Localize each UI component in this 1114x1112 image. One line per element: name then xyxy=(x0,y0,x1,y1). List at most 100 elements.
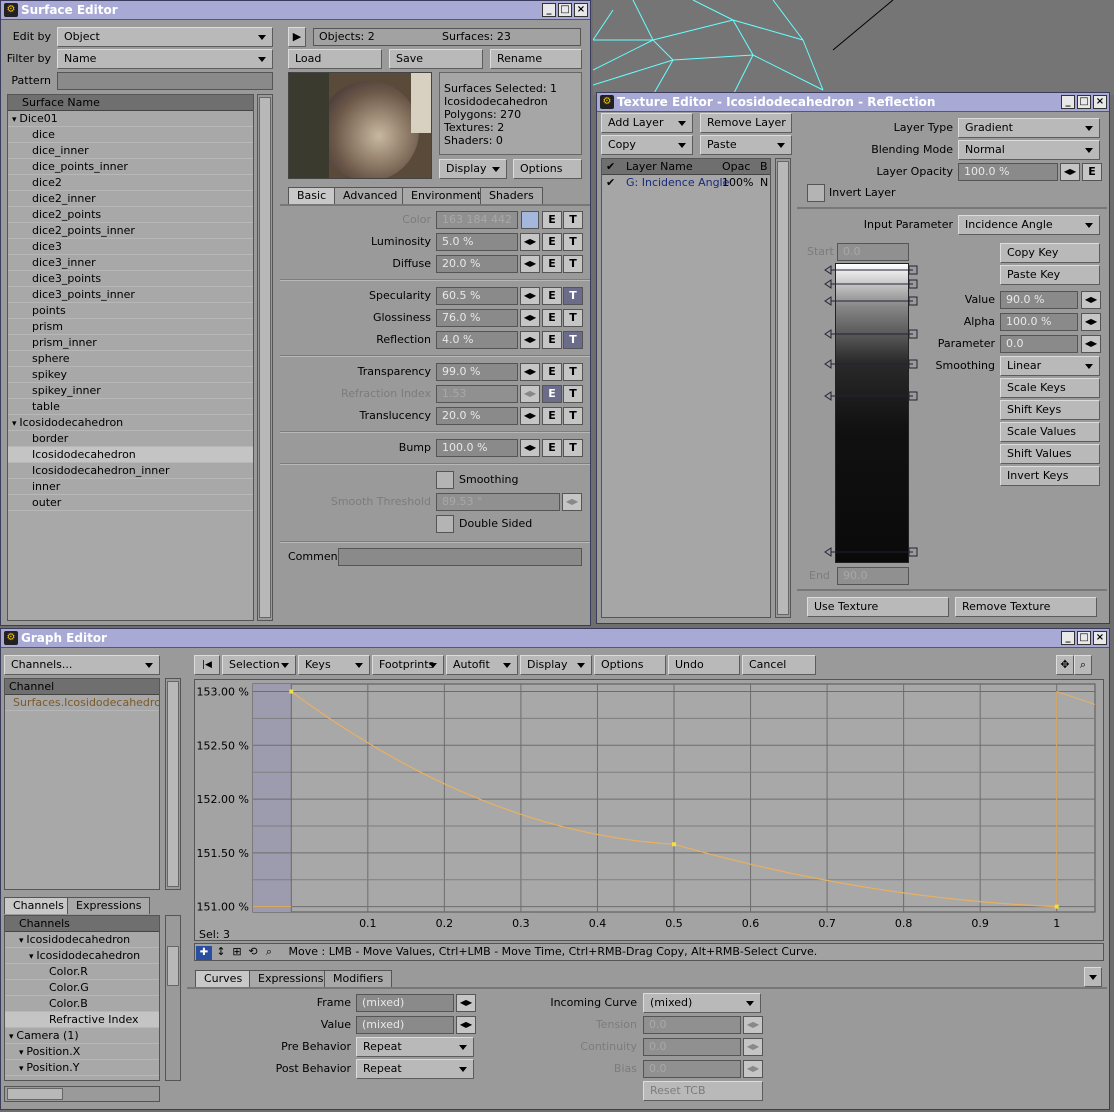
toolbar-selection-button[interactable]: Selection xyxy=(222,655,296,675)
surface-row[interactable]: Icosidodecahedron_inner xyxy=(8,463,253,479)
layer-row[interactable]: ✔ G: Incidence Angle 100% N xyxy=(602,175,770,191)
translucency-envelope-button[interactable]: E xyxy=(542,407,562,425)
toolbar-footprints-button[interactable]: Footprints xyxy=(372,655,444,675)
tab-channels[interactable]: Channels xyxy=(4,897,73,914)
roll-icon[interactable]: ⟲ xyxy=(245,944,261,960)
alpha-input[interactable]: 100.0 % xyxy=(1000,313,1078,331)
surface-name-header[interactable]: Surface Name xyxy=(8,95,253,111)
rename-button[interactable]: Rename xyxy=(490,49,582,69)
channel-item[interactable]: Surfaces.Icosidodecahedron... xyxy=(5,695,159,711)
maximize-icon[interactable]: □ xyxy=(558,3,572,17)
continuity-input[interactable]: 0.0 xyxy=(643,1038,741,1056)
surface-row[interactable]: outer xyxy=(8,495,253,511)
opacity-envelope-button[interactable]: E xyxy=(1082,163,1102,181)
bias-input[interactable]: 0.0 xyxy=(643,1060,741,1078)
frame-arrows-icon[interactable]: ◀▶ xyxy=(456,994,476,1012)
toolbar-cancel-button[interactable]: Cancel xyxy=(742,655,816,675)
pre-behavior-dropdown[interactable]: Repeat xyxy=(356,1037,474,1057)
value-input[interactable]: 90.0 % xyxy=(1000,291,1078,309)
layer-type-dropdown[interactable]: Gradient xyxy=(958,118,1100,138)
post-behavior-dropdown[interactable]: Repeat xyxy=(356,1059,474,1079)
surface-row[interactable]: spikey xyxy=(8,367,253,383)
graph-editor-titlebar[interactable]: ⚙ Graph Editor _ □ × xyxy=(1,629,1109,648)
translucency-texture-button[interactable]: T xyxy=(563,407,583,425)
tab-modifiers[interactable]: Modifiers xyxy=(324,970,393,987)
diffuse-input[interactable]: 20.0 % xyxy=(436,255,518,273)
add-key-icon[interactable]: ↕ xyxy=(213,944,229,960)
refraction-index-arrows-icon[interactable]: ◀▶ xyxy=(520,385,540,403)
surface-group-row[interactable]: ▾ Dice01 xyxy=(8,111,253,127)
bump-envelope-button[interactable]: E xyxy=(542,439,562,457)
blending-mode-dropdown[interactable]: Normal xyxy=(958,140,1100,160)
scroll-thumb[interactable] xyxy=(777,161,789,615)
display-dropdown[interactable]: Display xyxy=(439,159,507,179)
bump-input[interactable]: 100.0 % xyxy=(436,439,518,457)
copy-key-button[interactable]: Copy Key xyxy=(1000,243,1100,263)
blend-header[interactable]: B xyxy=(760,159,768,175)
minimize-icon[interactable]: _ xyxy=(542,3,556,17)
surface-row[interactable]: dice_points_inner xyxy=(8,159,253,175)
close-icon[interactable]: × xyxy=(1093,95,1107,109)
luminosity-input[interactable]: 5.0 % xyxy=(436,233,518,251)
toolbar-undo-button[interactable]: Undo xyxy=(668,655,740,675)
channel-tree-scrollbar[interactable] xyxy=(165,915,181,1081)
luminosity-texture-button[interactable]: T xyxy=(563,233,583,251)
specularity-texture-button[interactable]: T xyxy=(563,287,583,305)
specularity-input[interactable]: 60.5 % xyxy=(436,287,518,305)
surface-row[interactable]: dice3_points_inner xyxy=(8,287,253,303)
continuity-arrows-icon[interactable]: ◀▶ xyxy=(743,1038,763,1056)
shift-values-button[interactable]: Shift Values xyxy=(1000,444,1100,464)
scroll-thumb[interactable] xyxy=(167,681,179,887)
close-icon[interactable]: × xyxy=(1093,631,1107,645)
bump-texture-button[interactable]: T xyxy=(563,439,583,457)
layer-list[interactable]: ✔ Layer Name Opac B ✔ G: Incidence Angle… xyxy=(601,158,771,618)
bump-arrows-icon[interactable]: ◀▶ xyxy=(520,439,540,457)
tab-shaders[interactable]: Shaders xyxy=(480,187,543,204)
smooth-threshold-input[interactable]: 89.53 ° xyxy=(436,493,560,511)
surface-row[interactable]: dice2_inner xyxy=(8,191,253,207)
panel-dropdown-icon[interactable] xyxy=(1084,967,1102,987)
input-parameter-dropdown[interactable]: Incidence Angle xyxy=(958,215,1100,235)
surface-row[interactable]: spikey_inner xyxy=(8,383,253,399)
play-arrow-icon[interactable]: ▶ xyxy=(288,27,306,47)
comment-input[interactable] xyxy=(338,548,582,566)
specularity-envelope-button[interactable]: E xyxy=(542,287,562,305)
remove-layer-button[interactable]: Remove Layer xyxy=(700,113,792,133)
stretch-icon[interactable]: ⊞ xyxy=(229,944,245,960)
surface-row[interactable]: dice2_points xyxy=(8,207,253,223)
pan-icon[interactable]: ✥ xyxy=(1056,655,1074,675)
tab-environment[interactable]: Environment xyxy=(402,187,491,204)
refraction-index-envelope-button[interactable]: E xyxy=(542,385,562,403)
pattern-input[interactable] xyxy=(57,72,273,90)
glossiness-arrows-icon[interactable]: ◀▶ xyxy=(520,309,540,327)
toolbar-autofit-button[interactable]: Autofit xyxy=(446,655,518,675)
channels-tree-header[interactable]: Channels xyxy=(5,916,159,932)
tension-input[interactable]: 0.0 xyxy=(643,1016,741,1034)
tab-advanced[interactable]: Advanced xyxy=(334,187,407,204)
scale-keys-button[interactable]: Scale Keys xyxy=(1000,378,1100,398)
tab-curves[interactable]: Curves xyxy=(195,970,252,987)
refraction-index-input[interactable]: 1.53 xyxy=(436,385,518,403)
close-icon[interactable]: × xyxy=(574,3,588,17)
zoom-icon[interactable]: ⌕ xyxy=(261,944,277,960)
channel-tree-row[interactable]: Color.B xyxy=(5,996,159,1012)
surface-row[interactable]: Icosidodecahedron xyxy=(8,447,253,463)
minimize-icon[interactable]: _ xyxy=(1061,631,1075,645)
transparency-arrows-icon[interactable]: ◀▶ xyxy=(520,363,540,381)
tab-expressions[interactable]: Expressions xyxy=(67,897,151,914)
smoothing-dropdown[interactable]: Linear xyxy=(1000,356,1100,376)
invert-layer-checkbox[interactable] xyxy=(807,184,825,202)
surface-row[interactable]: dice2 xyxy=(8,175,253,191)
layer-list-scrollbar[interactable] xyxy=(775,158,791,618)
toolbar-keys-button[interactable]: Keys xyxy=(298,655,370,675)
channel-bin[interactable]: Channel Surfaces.Icosidodecahedron... xyxy=(4,678,160,890)
toolbar-display-button[interactable]: Display xyxy=(520,655,592,675)
channel-tree-row[interactable]: Color.G xyxy=(5,980,159,996)
value-arrows-icon[interactable]: ◀▶ xyxy=(1081,291,1101,309)
glossiness-envelope-button[interactable]: E xyxy=(542,309,562,327)
filter-by-dropdown[interactable]: Name xyxy=(57,49,273,69)
surface-row[interactable]: dice3_inner xyxy=(8,255,253,271)
luminosity-envelope-button[interactable]: E xyxy=(542,233,562,251)
material-preview[interactable] xyxy=(288,72,432,179)
alpha-arrows-icon[interactable]: ◀▶ xyxy=(1081,313,1101,331)
